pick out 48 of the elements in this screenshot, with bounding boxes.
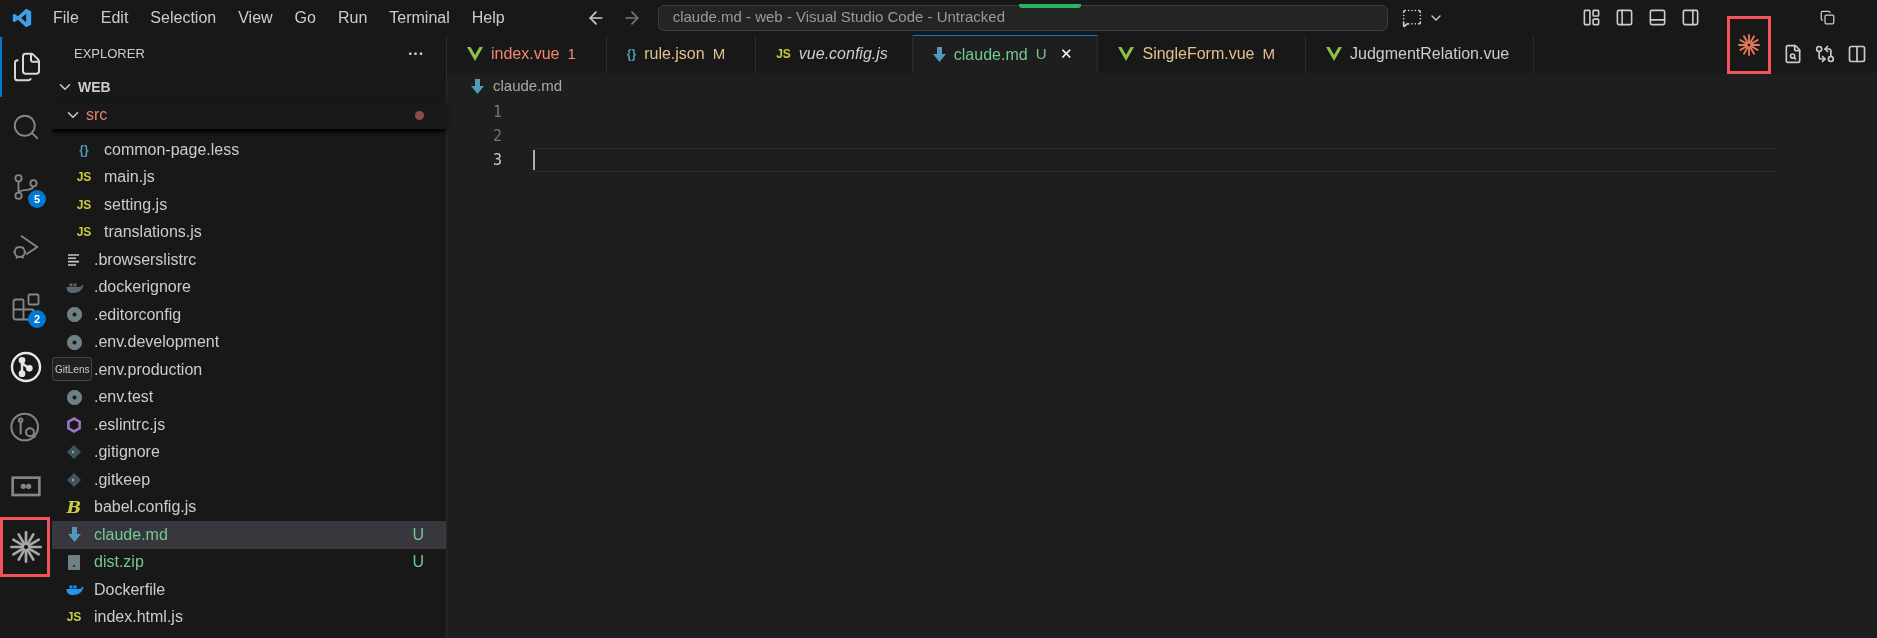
command-center-text: claude.md - web - Visual Studio Code - Untracked bbox=[672, 7, 1006, 28]
file-name: common-page.less bbox=[104, 139, 240, 160]
file-name: setting.js bbox=[104, 194, 168, 215]
line-number: 3 bbox=[491, 149, 502, 171]
file-name: Dockerfile bbox=[94, 579, 166, 600]
folder-name: src bbox=[86, 105, 108, 125]
tab-label: vue.config.js bbox=[798, 44, 888, 64]
tab-status: M bbox=[712, 43, 727, 64]
file-name: claude.md bbox=[94, 524, 168, 545]
file-name: dist.zip bbox=[94, 552, 144, 573]
tab-status: M bbox=[1262, 43, 1276, 64]
file-name: main.js bbox=[104, 167, 155, 188]
file-name: .env.test bbox=[94, 387, 154, 408]
js-icon: JS bbox=[76, 168, 92, 187]
file-name: .gitkeep bbox=[94, 469, 151, 490]
file-name: .gitignore bbox=[94, 442, 160, 463]
folder-name: WEB bbox=[78, 77, 111, 97]
tab-status: U bbox=[1035, 44, 1048, 65]
tab-label: SingleForm.vue bbox=[1142, 44, 1255, 64]
status-letter: U bbox=[412, 552, 424, 573]
js-icon: JS bbox=[776, 45, 791, 63]
file-name: .editorconfig bbox=[94, 304, 182, 325]
file-name: .env.development bbox=[94, 332, 220, 353]
tab-label: claude.md bbox=[953, 44, 1028, 65]
file-name: .dockerignore bbox=[94, 277, 191, 298]
status-letter: U bbox=[412, 524, 424, 545]
tab-label: JudgmentRelation.vue bbox=[1350, 44, 1510, 64]
js-icon: JS bbox=[76, 223, 92, 242]
file-name: .env.production bbox=[94, 359, 203, 380]
file-name: index.html.js bbox=[94, 607, 183, 628]
file-name: .browserslistrc bbox=[94, 249, 197, 270]
line-number: 1 bbox=[491, 101, 502, 123]
panel-title: EXPLORER bbox=[74, 45, 145, 64]
tooltip: GitLens bbox=[52, 357, 93, 381]
tab-label: rule.json bbox=[644, 44, 705, 64]
count-badge: 5 bbox=[28, 190, 46, 208]
braces-icon: {} bbox=[79, 140, 89, 159]
js-icon: JS bbox=[66, 608, 82, 627]
file-name: babel.config.js bbox=[94, 497, 197, 518]
tab-status: 1 bbox=[567, 43, 577, 64]
line-number: 2 bbox=[491, 125, 502, 147]
file-name: translations.js bbox=[104, 222, 202, 243]
braces-icon: {} bbox=[626, 45, 637, 63]
tab-label: index.vue bbox=[491, 44, 560, 64]
file-name: .eslintrc.js bbox=[94, 414, 166, 435]
babel-icon: B bbox=[66, 494, 82, 520]
js-icon: JS bbox=[76, 195, 92, 214]
count-badge: 2 bbox=[28, 310, 46, 328]
